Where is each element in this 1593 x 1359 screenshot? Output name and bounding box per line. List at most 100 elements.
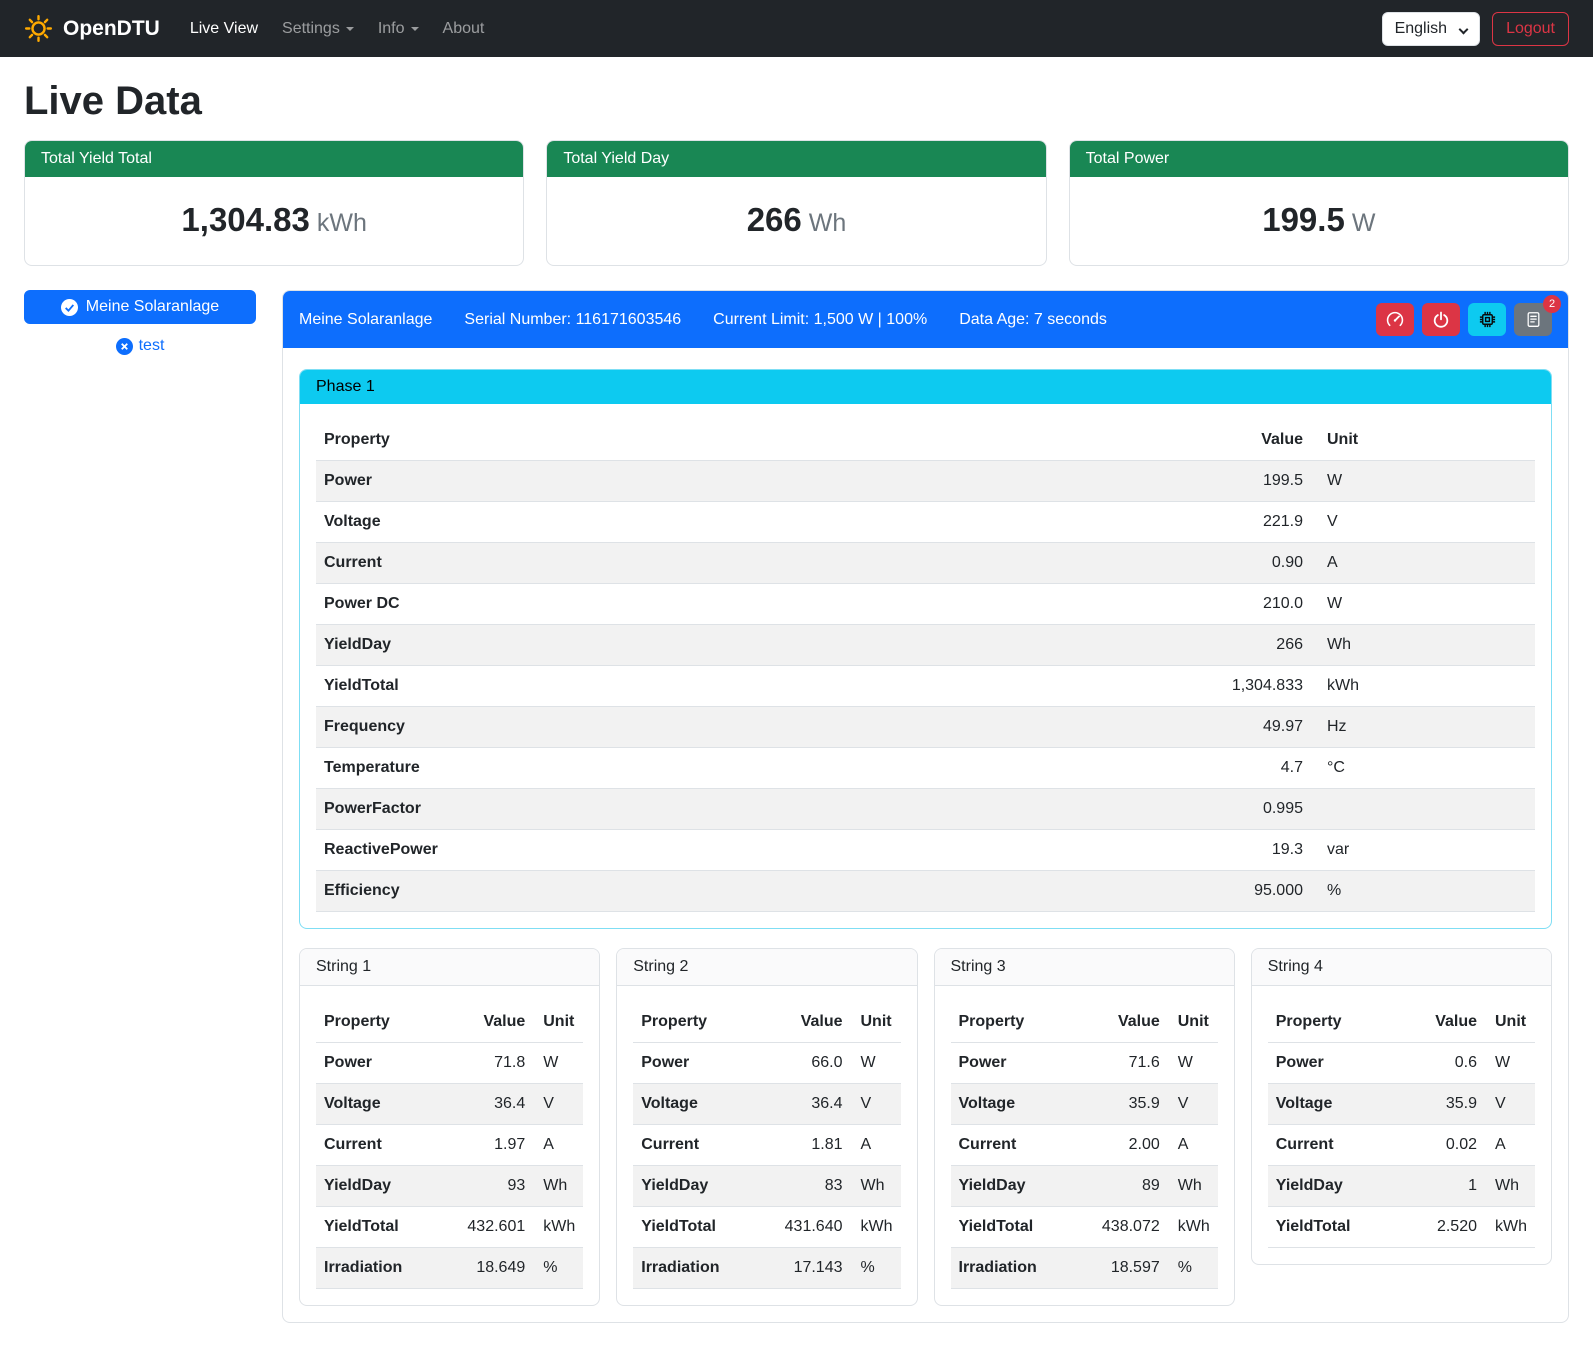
event-log-button[interactable]: 2 xyxy=(1514,303,1552,336)
chevron-down-icon xyxy=(1459,24,1469,34)
unit-cell: A xyxy=(1485,1125,1535,1166)
table-row: YieldTotal2.520kWh xyxy=(1268,1207,1535,1248)
language-select[interactable]: English xyxy=(1382,12,1480,46)
limit-settings-button[interactable] xyxy=(1376,303,1414,336)
property-cell: Current xyxy=(316,1125,459,1166)
string-card-header: String 1 xyxy=(300,949,599,986)
value-cell: 2.520 xyxy=(1413,1207,1485,1248)
chevron-down-icon xyxy=(411,27,419,35)
column-value: Value xyxy=(1094,1002,1168,1043)
unit-cell: Wh xyxy=(1168,1166,1218,1207)
unit-cell: Wh xyxy=(851,1166,901,1207)
unit-cell: kWh xyxy=(1311,666,1535,707)
column-value: Value xyxy=(1413,1002,1485,1043)
nav-info[interactable]: Info xyxy=(366,12,431,46)
property-cell: YieldTotal xyxy=(951,1207,1094,1248)
nav-info-label: Info xyxy=(378,20,405,38)
nav-live-view-label: Live View xyxy=(190,20,258,38)
value-cell: 35.9 xyxy=(1413,1084,1485,1125)
table-head: Property Value Unit xyxy=(951,1002,1218,1043)
property-cell: YieldDay xyxy=(633,1166,776,1207)
value-cell: 0.90 xyxy=(1215,543,1311,584)
property-cell: Current xyxy=(316,543,1215,584)
unit-cell: W xyxy=(1311,461,1535,502)
value-cell: 221.9 xyxy=(1215,502,1311,543)
unit-cell: var xyxy=(1311,830,1535,871)
table-body: Power66.0WVoltage36.4VCurrent1.81AYieldD… xyxy=(633,1043,900,1289)
value-cell: 19.3 xyxy=(1215,830,1311,871)
unit-cell: V xyxy=(1485,1084,1535,1125)
content-row: Meine Solaranlage test Meine Solaranlage… xyxy=(24,290,1569,1323)
test-link[interactable]: test xyxy=(139,337,165,355)
table-row: YieldDay266Wh xyxy=(316,625,1535,666)
column-value: Value xyxy=(459,1002,533,1043)
chevron-down-icon xyxy=(346,27,354,35)
table-row: Temperature4.7°C xyxy=(316,748,1535,789)
string-card-body: Property Value Unit Power0.6WVoltage35.9… xyxy=(1252,986,1551,1264)
string-table: Property Value Unit Power66.0WVoltage36.… xyxy=(633,1002,900,1289)
string-card-4: String 4 Property Value Unit xyxy=(1251,948,1552,1265)
string-card-header: String 4 xyxy=(1252,949,1551,986)
phase-card-body: Property Value Unit Power199.5WVoltage22… xyxy=(300,404,1551,928)
unit-cell: % xyxy=(533,1248,583,1289)
table-header-row: Property Value Unit xyxy=(1268,1002,1535,1043)
unit-cell: % xyxy=(1311,871,1535,912)
property-cell: Irradiation xyxy=(633,1248,776,1289)
table-header-row: Property Value Unit xyxy=(951,1002,1218,1043)
inverter-select-button[interactable]: Meine Solaranlage xyxy=(24,290,256,324)
card-value: 266 xyxy=(747,201,802,238)
value-cell: 1,304.833 xyxy=(1215,666,1311,707)
table-row: PowerFactor0.995 xyxy=(316,789,1535,830)
phase-card: Phase 1 Property Value Unit Power199.5WV… xyxy=(299,369,1552,929)
table-row: Voltage35.9V xyxy=(1268,1084,1535,1125)
inverter-panel-header: Meine Solaranlage Serial Number: 1161716… xyxy=(283,291,1568,348)
column-unit: Unit xyxy=(851,1002,901,1043)
card-body: 266Wh xyxy=(547,177,1045,265)
string-table: Property Value Unit Power0.6WVoltage35.9… xyxy=(1268,1002,1535,1248)
inverter-serial: Serial Number: 116171603546 xyxy=(464,311,681,329)
column-property: Property xyxy=(951,1002,1094,1043)
string-table: Property Value Unit Power71.8WVoltage36.… xyxy=(316,1002,583,1289)
table-row: YieldDay89Wh xyxy=(951,1166,1218,1207)
unit-cell: W xyxy=(1485,1043,1535,1084)
value-cell: 2.00 xyxy=(1094,1125,1168,1166)
card-body: 199.5W xyxy=(1070,177,1568,265)
inverter-info-button[interactable] xyxy=(1468,303,1506,336)
brand-link[interactable]: OpenDTU xyxy=(24,14,160,43)
nav-live-view[interactable]: Live View xyxy=(178,12,270,46)
table-row: YieldDay1Wh xyxy=(1268,1166,1535,1207)
value-cell: 49.97 xyxy=(1215,707,1311,748)
unit-cell: W xyxy=(1168,1043,1218,1084)
unit-cell: kWh xyxy=(533,1207,583,1248)
phase-card-header: Phase 1 xyxy=(300,370,1551,404)
property-cell: Frequency xyxy=(316,707,1215,748)
logout-button[interactable]: Logout xyxy=(1492,12,1569,46)
property-cell: Voltage xyxy=(316,502,1215,543)
value-cell: 0.6 xyxy=(1413,1043,1485,1084)
property-cell: Voltage xyxy=(633,1084,776,1125)
top-navbar: OpenDTU Live View Settings Info About En… xyxy=(0,0,1593,57)
property-cell: Irradiation xyxy=(951,1248,1094,1289)
value-cell: 18.649 xyxy=(459,1248,533,1289)
value-cell: 432.601 xyxy=(459,1207,533,1248)
nav-about[interactable]: About xyxy=(431,12,497,46)
unit-cell: % xyxy=(851,1248,901,1289)
property-cell: ReactivePower xyxy=(316,830,1215,871)
language-select-value: English xyxy=(1395,20,1447,37)
table-body: Power71.6WVoltage35.9VCurrent2.00AYieldD… xyxy=(951,1043,1218,1289)
nav-settings[interactable]: Settings xyxy=(270,12,366,46)
unit-cell xyxy=(1311,789,1535,830)
inverter-limit: Current Limit: 1,500 W | 100% xyxy=(713,311,927,329)
column-unit: Unit xyxy=(1311,420,1535,461)
property-cell: YieldDay xyxy=(1268,1166,1413,1207)
brand-label: OpenDTU xyxy=(63,17,160,41)
value-cell: 0.995 xyxy=(1215,789,1311,830)
unit-cell: % xyxy=(1168,1248,1218,1289)
x-circle-icon[interactable] xyxy=(116,338,133,355)
power-toggle-button[interactable] xyxy=(1422,303,1460,336)
column-property: Property xyxy=(633,1002,776,1043)
journal-icon xyxy=(1525,311,1542,328)
property-cell: Power xyxy=(951,1043,1094,1084)
inverter-name: Meine Solaranlage xyxy=(299,311,432,329)
table-head: Property Value Unit xyxy=(316,420,1535,461)
